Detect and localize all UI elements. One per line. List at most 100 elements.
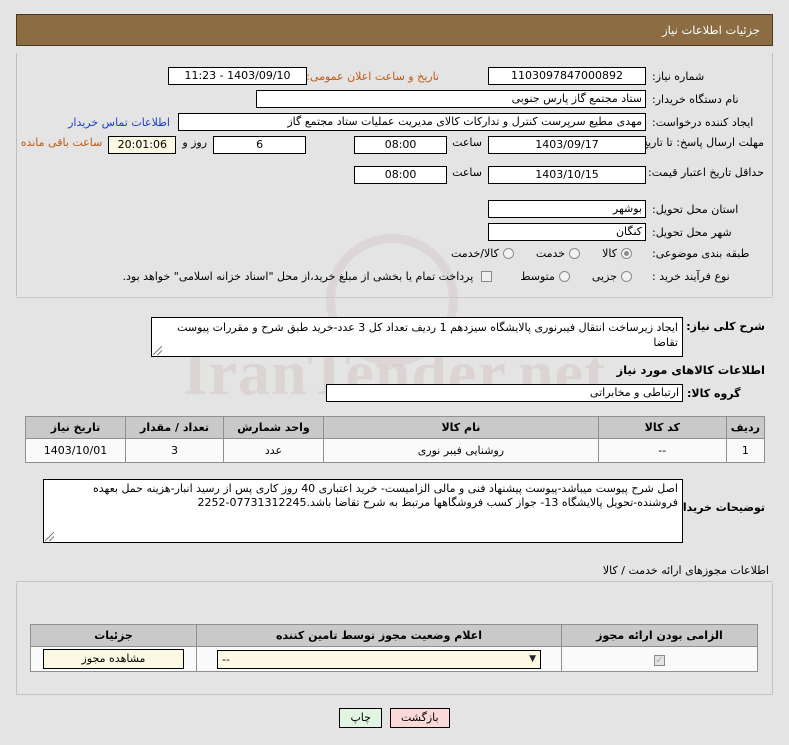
goods-table: ردیف کد کالا نام کالا واحد شمارش تعداد /…: [25, 416, 766, 463]
goods-group-label: گروه کالا:: [687, 386, 741, 400]
page-header: جزئیات اطلاعات نیاز: [16, 14, 773, 46]
validity-date-value: 1403/10/15: [488, 166, 646, 184]
announce-date-value: 1403/09/10 - 11:23: [168, 67, 307, 85]
need-number-label: شماره نیاز:: [652, 69, 705, 83]
need-number-value: 1103097847000892: [488, 67, 646, 85]
city-value: کنگان: [488, 223, 646, 241]
goods-group-value: ارتباطی و مخابراتی: [326, 384, 683, 402]
table-row: 1 -- روشنایی فیبر نوری عدد 3 1403/10/01: [25, 438, 766, 463]
permits-table: الزامی بودن ارائه مجوز اعلام وضعیت مجوز …: [30, 624, 758, 672]
process-radio-minor[interactable]: [621, 271, 632, 282]
col-row-number: ردیف: [725, 416, 766, 439]
announce-date-row: تاریخ و ساعت اعلان عمومی: 1403/09/10 - 1…: [168, 67, 439, 85]
print-button[interactable]: چاپ: [339, 708, 382, 728]
deadline-date-value: 1403/09/17: [488, 136, 646, 154]
province-value: بوشهر: [488, 200, 646, 218]
chevron-down-icon: ▼: [529, 653, 536, 664]
col-permit-status: اعلام وضعیت مجوز توسط تامین کننده: [196, 624, 562, 647]
city-row: شهر محل تحویل: کنگان: [488, 223, 764, 241]
process-radio-medium[interactable]: [558, 271, 570, 282]
permits-panel: الزامی بودن ارائه مجوز اعلام وضعیت مجوز …: [16, 583, 773, 695]
need-info-panel: شماره نیاز: 1103097847000892 تاریخ و ساع…: [16, 53, 773, 296]
remaining-days-value: 6: [213, 136, 307, 154]
category-row: طبقه بندی موضوعی: کالا خدمت کالا/خدمت: [451, 247, 764, 260]
table-row: ▼ -- مشاهده مجوز: [30, 646, 758, 672]
category-option-service: خدمت: [535, 247, 566, 260]
permits-table-header-row: الزامی بودن ارائه مجوز اعلام وضعیت مجوز …: [30, 624, 758, 647]
panel-divider-1: [16, 297, 773, 298]
category-option-goods: کالا: [602, 247, 617, 260]
goods-table-header-row: ردیف کد کالا نام کالا واحد شمارش تعداد /…: [25, 416, 766, 439]
validity-row: حداقل تاریخ اعتبار قیمت: تا تاریخ: 1403/…: [354, 166, 764, 184]
category-option-goods-service: کالا/خدمت: [451, 247, 499, 260]
category-radio-service[interactable]: [569, 248, 581, 259]
cell-goods-code: --: [597, 438, 727, 463]
cell-quantity: 3: [125, 438, 224, 463]
goods-section-title-row: اطلاعات کالاهای مورد نیاز: [617, 363, 765, 377]
col-goods-name: نام کالا: [323, 416, 599, 439]
validity-time-value: 08:00: [354, 166, 448, 184]
category-radio-goods[interactable]: [621, 248, 632, 259]
buyer-contact-link[interactable]: اطلاعات تماس خریدار: [68, 116, 170, 129]
deadline-hour-label: ساعت: [452, 136, 482, 149]
deadline-label: مهلت ارسال پاسخ: تا تاریخ:: [637, 136, 764, 149]
category-radio-goods-service[interactable]: [502, 248, 514, 259]
col-permit-details: جزئیات: [30, 624, 197, 647]
city-label: شهر محل تحویل:: [652, 225, 732, 239]
need-number-row: شماره نیاز: 1103097847000892: [488, 67, 764, 85]
process-option-minor: جزیی: [591, 270, 617, 283]
cell-permit-status: ▼ --: [196, 646, 562, 672]
summary-label: شرح کلی نیاز:: [686, 320, 765, 333]
treasury-checkbox[interactable]: [481, 271, 493, 282]
permit-required-checkbox: [654, 654, 665, 666]
cell-row-number: 1: [725, 438, 766, 463]
cell-unit: عدد: [223, 438, 324, 463]
goods-group-row: گروه کالا: ارتباطی و مخابراتی: [326, 384, 765, 402]
buyer-notes-textarea[interactable]: اصل شرح پیوست میباشد-پیوست پیشنهاد فنی و…: [43, 479, 683, 543]
process-option-medium: متوسط: [520, 270, 555, 283]
goods-table-wrapper: ردیف کد کالا نام کالا واحد شمارش تعداد /…: [25, 416, 766, 463]
summary-textarea[interactable]: ایجاد زیرساخت انتقال فیبرنوری پالایشگاه …: [151, 317, 683, 357]
back-button[interactable]: بازگشت: [389, 708, 450, 728]
permits-section-header: اطلاعات مجوزهای ارائه خدمت / کالا: [16, 560, 773, 582]
need-details-panel: شرح کلی نیاز: ایجاد زیرساخت انتقال فیبرن…: [16, 303, 773, 553]
remaining-time-value: 20:01:06: [108, 136, 177, 154]
creator-row: ایجاد کننده درخواست: مهدی مطیع سرپرست کن…: [68, 113, 764, 131]
remaining-time-label: ساعت باقی مانده: [20, 136, 103, 149]
process-row: نوع فرآیند خرید : جزیی متوسط پرداخت تمام…: [123, 270, 764, 283]
province-row: استان محل تحویل: بوشهر: [488, 200, 764, 218]
col-quantity: تعداد / مقدار: [125, 416, 224, 439]
province-label: استان محل تحویل:: [652, 202, 739, 216]
buyer-org-value: ستاد مجتمع گاز پارس جنوبی: [256, 90, 646, 108]
col-goods-code: کد کالا: [597, 416, 727, 439]
view-permit-button[interactable]: مشاهده مجوز: [43, 649, 184, 669]
col-permit-required: الزامی بودن ارائه مجوز: [561, 624, 758, 647]
summary-row: شرح کلی نیاز: ایجاد زیرساخت انتقال فیبرن…: [151, 317, 765, 357]
process-label: نوع فرآیند خرید :: [652, 270, 730, 283]
deadline-time-value: 08:00: [354, 136, 448, 154]
creator-value: مهدی مطیع سرپرست کنترل و تدارکات کالای م…: [178, 113, 646, 131]
permits-section-title: اطلاعات مجوزهای ارائه خدمت / کالا: [602, 564, 769, 577]
page-title: جزئیات اطلاعات نیاز: [662, 23, 760, 37]
permit-status-value: --: [222, 652, 230, 666]
remaining-days-label: روز و: [182, 136, 208, 149]
category-label: طبقه بندی موضوعی:: [652, 247, 750, 260]
buyer-org-row: نام دستگاه خریدار: ستاد مجتمع گاز پارس ج…: [256, 90, 764, 108]
validity-hour-label: ساعت: [452, 166, 482, 179]
buyer-org-label: نام دستگاه خریدار:: [652, 92, 739, 106]
treasury-note-label: پرداخت تمام یا بخشی از مبلغ خرید،از محل …: [122, 270, 474, 283]
cell-goods-name: روشنایی فیبر نوری: [323, 438, 599, 463]
col-unit: واحد شمارش: [223, 416, 324, 439]
footer-buttons: بازگشت چاپ: [0, 708, 789, 728]
cell-need-date: 1403/10/01: [25, 438, 126, 463]
validity-label: حداقل تاریخ اعتبار قیمت: تا تاریخ:: [609, 166, 764, 179]
buyer-notes-label: توضیحات خریدار:: [672, 501, 765, 514]
goods-section-title: اطلاعات کالاهای مورد نیاز: [616, 363, 765, 377]
permit-status-select[interactable]: ▼ --: [217, 649, 541, 669]
cell-permit-required: [561, 646, 758, 672]
cell-permit-details: مشاهده مجوز: [30, 646, 197, 672]
deadline-row: مهلت ارسال پاسخ: تا تاریخ: 1403/09/17 سا…: [21, 136, 764, 154]
buyer-notes-row: توضیحات خریدار: اصل شرح پیوست میباشد-پیو…: [43, 479, 765, 543]
announce-date-label: تاریخ و ساعت اعلان عمومی:: [306, 69, 439, 83]
col-need-date: تاریخ نیاز: [25, 416, 126, 439]
